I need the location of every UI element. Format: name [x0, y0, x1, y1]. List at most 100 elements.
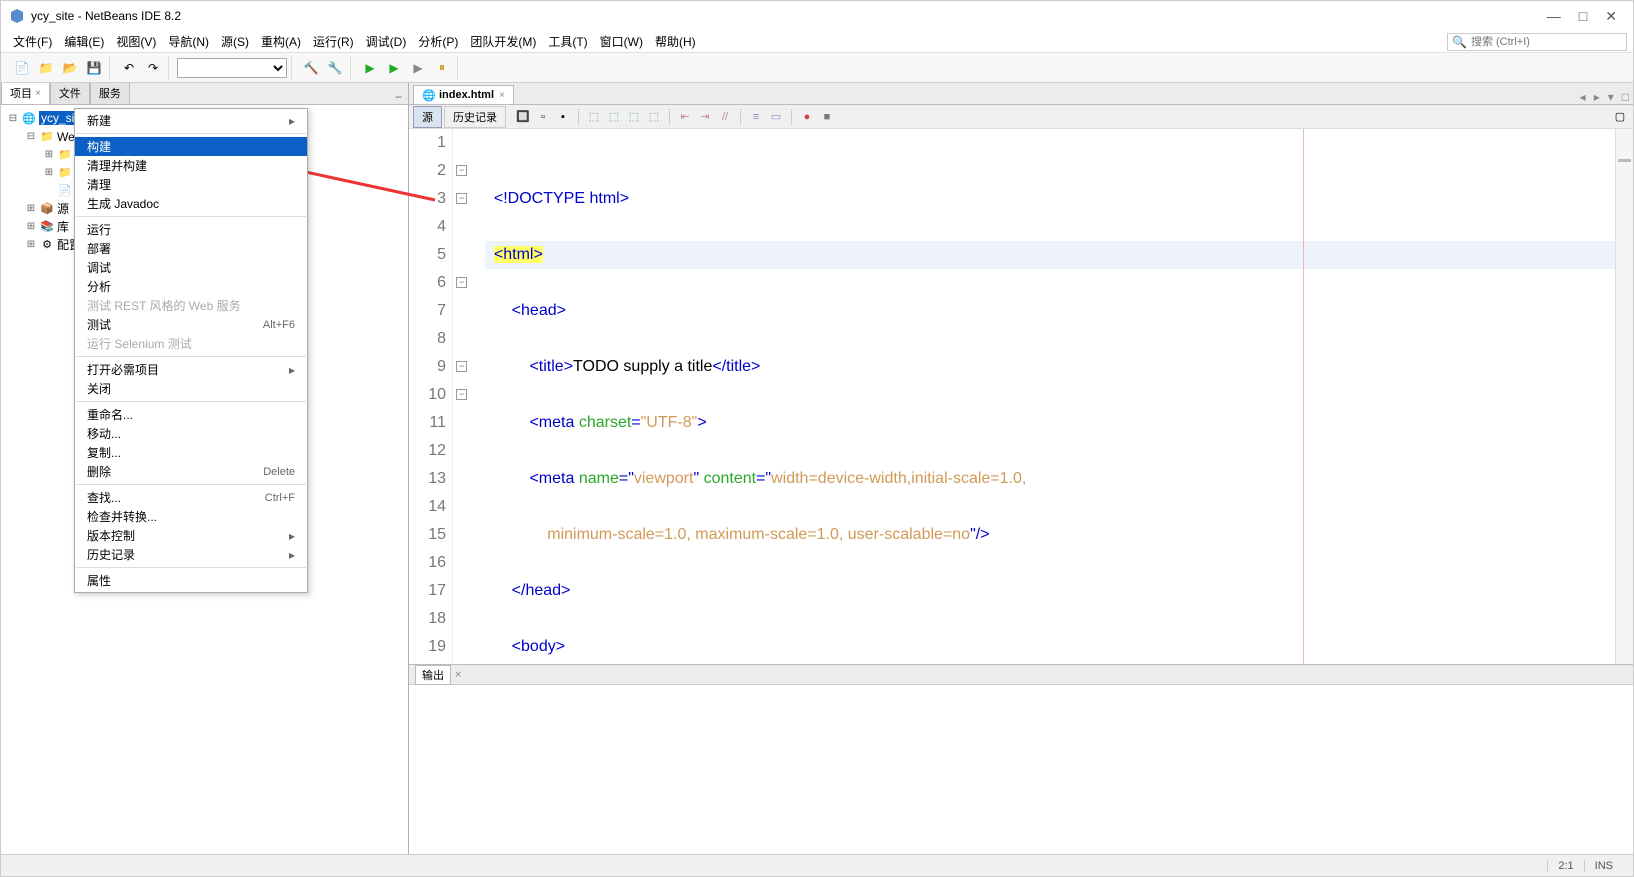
cm-copy[interactable]: 复制...	[75, 443, 307, 462]
stop-macro-icon[interactable]: ■	[818, 108, 836, 126]
menu-refactor[interactable]: 重构(A)	[255, 31, 307, 52]
cm-vcs[interactable]: 版本控制▸	[75, 526, 307, 545]
tab-list-icon[interactable]: ▾	[1604, 90, 1618, 104]
title-bar: ycy_site - NetBeans IDE 8.2 — □ ✕	[1, 1, 1633, 31]
cm-profile[interactable]: 分析	[75, 277, 307, 296]
et-icon[interactable]: 🔲	[514, 108, 532, 126]
debug-button[interactable]: ▶	[383, 57, 405, 79]
menu-edit[interactable]: 编辑(E)	[58, 31, 110, 52]
menu-navigate[interactable]: 导航(N)	[162, 31, 215, 52]
expand-icon[interactable]: ⊟	[25, 131, 37, 142]
menu-team[interactable]: 团队开发(M)	[464, 31, 542, 52]
expand-icon[interactable]: ⊞	[25, 239, 37, 250]
cm-test[interactable]: 测试Alt+F6	[75, 315, 307, 334]
fold-icon[interactable]: −	[456, 165, 467, 176]
menu-tools[interactable]: 工具(T)	[542, 31, 593, 52]
fold-icon[interactable]: −	[456, 361, 467, 372]
fold-icon[interactable]: −	[456, 193, 467, 204]
close-icon[interactable]: ×	[499, 90, 505, 101]
cm-open-req[interactable]: 打开必需项目▸	[75, 360, 307, 379]
search-input[interactable]	[1471, 36, 1622, 48]
clean-build-button[interactable]: 🔧	[324, 57, 346, 79]
comment-icon[interactable]: //	[716, 108, 734, 126]
et-icon[interactable]: ▪	[554, 108, 572, 126]
cm-new[interactable]: 新建▸	[75, 111, 307, 130]
rectangle-icon[interactable]: ▭	[767, 108, 785, 126]
cm-clean[interactable]: 清理	[75, 175, 307, 194]
cm-clean-build[interactable]: 清理并构建	[75, 156, 307, 175]
source-view-tab[interactable]: 源	[413, 106, 442, 128]
close-icon[interactable]: ×	[35, 88, 41, 99]
expand-icon[interactable]: ⊞	[25, 203, 37, 214]
find-next-icon[interactable]: ⬚	[605, 108, 623, 126]
split-icon[interactable]: ▢	[1611, 108, 1629, 126]
maximize-button[interactable]: □	[1579, 8, 1587, 25]
menu-window[interactable]: 窗口(W)	[594, 31, 649, 52]
build-button[interactable]: 🔨	[300, 57, 322, 79]
profile-button[interactable]: ▶	[407, 57, 429, 79]
minimize-button[interactable]: —	[1547, 8, 1561, 25]
package-icon: 📦	[40, 201, 54, 215]
output-tab[interactable]: 输出	[415, 665, 451, 685]
find-sel-icon[interactable]: ⬚	[625, 108, 643, 126]
menu-run[interactable]: 运行(R)	[307, 31, 360, 52]
cm-debug[interactable]: 调试	[75, 258, 307, 277]
cm-props[interactable]: 属性	[75, 571, 307, 590]
cm-find[interactable]: 查找...Ctrl+F	[75, 488, 307, 507]
next-tab-icon[interactable]: ▸	[1590, 90, 1604, 104]
menu-view[interactable]: 视图(V)	[110, 31, 162, 52]
tab-files[interactable]: 文件	[50, 83, 90, 104]
cm-history[interactable]: 历史记录▸	[75, 545, 307, 564]
shift-left-icon[interactable]: ⇤	[676, 108, 694, 126]
shift-right-icon[interactable]: ⇥	[696, 108, 714, 126]
bookmark-icon[interactable]: ⬚	[645, 108, 663, 126]
menu-debug[interactable]: 调试(D)	[360, 31, 413, 52]
menu-file[interactable]: 文件(F)	[7, 31, 58, 52]
expand-icon[interactable]: ⊞	[43, 149, 55, 160]
tab-projects[interactable]: 项目×	[1, 83, 50, 104]
menu-source[interactable]: 源(S)	[215, 31, 255, 52]
new-file-button[interactable]: 📄	[11, 57, 33, 79]
cm-javadoc[interactable]: 生成 Javadoc	[75, 194, 307, 213]
cm-move[interactable]: 移动...	[75, 424, 307, 443]
close-icon[interactable]: ×	[455, 669, 461, 681]
tab-services[interactable]: 服务	[90, 83, 130, 104]
close-window-button[interactable]: ✕	[1605, 8, 1617, 25]
run-button[interactable]: ▶	[359, 57, 381, 79]
format-icon[interactable]: ≡	[747, 108, 765, 126]
menu-help[interactable]: 帮助(H)	[649, 31, 702, 52]
cm-build[interactable]: 构建	[75, 137, 307, 156]
expand-icon[interactable]: ⊞	[43, 167, 55, 178]
pause-button[interactable]: ⏸	[431, 57, 453, 79]
save-all-button[interactable]: 💾	[83, 57, 105, 79]
fold-icon[interactable]: −	[456, 277, 467, 288]
cm-delete[interactable]: 删除Delete	[75, 462, 307, 481]
history-view-tab[interactable]: 历史记录	[444, 106, 506, 128]
undo-button[interactable]: ↶	[118, 57, 140, 79]
maximize-editor-icon[interactable]: □	[1618, 90, 1633, 104]
output-content[interactable]	[409, 685, 1633, 854]
expand-icon[interactable]: ⊞	[25, 221, 37, 232]
error-stripe[interactable]	[1615, 129, 1633, 664]
cm-deploy[interactable]: 部署	[75, 239, 307, 258]
redo-button[interactable]: ↷	[142, 57, 164, 79]
menu-profile[interactable]: 分析(P)	[412, 31, 464, 52]
cm-run[interactable]: 运行	[75, 220, 307, 239]
minimize-sidebar-icon[interactable]: −	[389, 90, 408, 104]
fold-gutter[interactable]: − − − − −	[453, 129, 475, 664]
file-tab-index[interactable]: 🌐 index.html ×	[413, 85, 514, 104]
cm-rename[interactable]: 重命名...	[75, 405, 307, 424]
expand-icon[interactable]: ⊟	[7, 113, 19, 124]
find-prev-icon[interactable]: ⬚	[585, 108, 603, 126]
new-project-button[interactable]: 📁	[35, 57, 57, 79]
cm-close[interactable]: 关闭	[75, 379, 307, 398]
record-macro-icon[interactable]: ●	[798, 108, 816, 126]
et-icon[interactable]: ▫	[534, 108, 552, 126]
config-combo[interactable]	[177, 58, 287, 78]
quick-search[interactable]: 🔍	[1447, 33, 1627, 51]
fold-icon[interactable]: −	[456, 389, 467, 400]
open-project-button[interactable]: 📂	[59, 57, 81, 79]
cm-inspect[interactable]: 检查并转换...	[75, 507, 307, 526]
prev-tab-icon[interactable]: ◂	[1576, 90, 1590, 104]
code-editor[interactable]: 12345678910111213141516171819 − − − − − …	[409, 129, 1633, 664]
